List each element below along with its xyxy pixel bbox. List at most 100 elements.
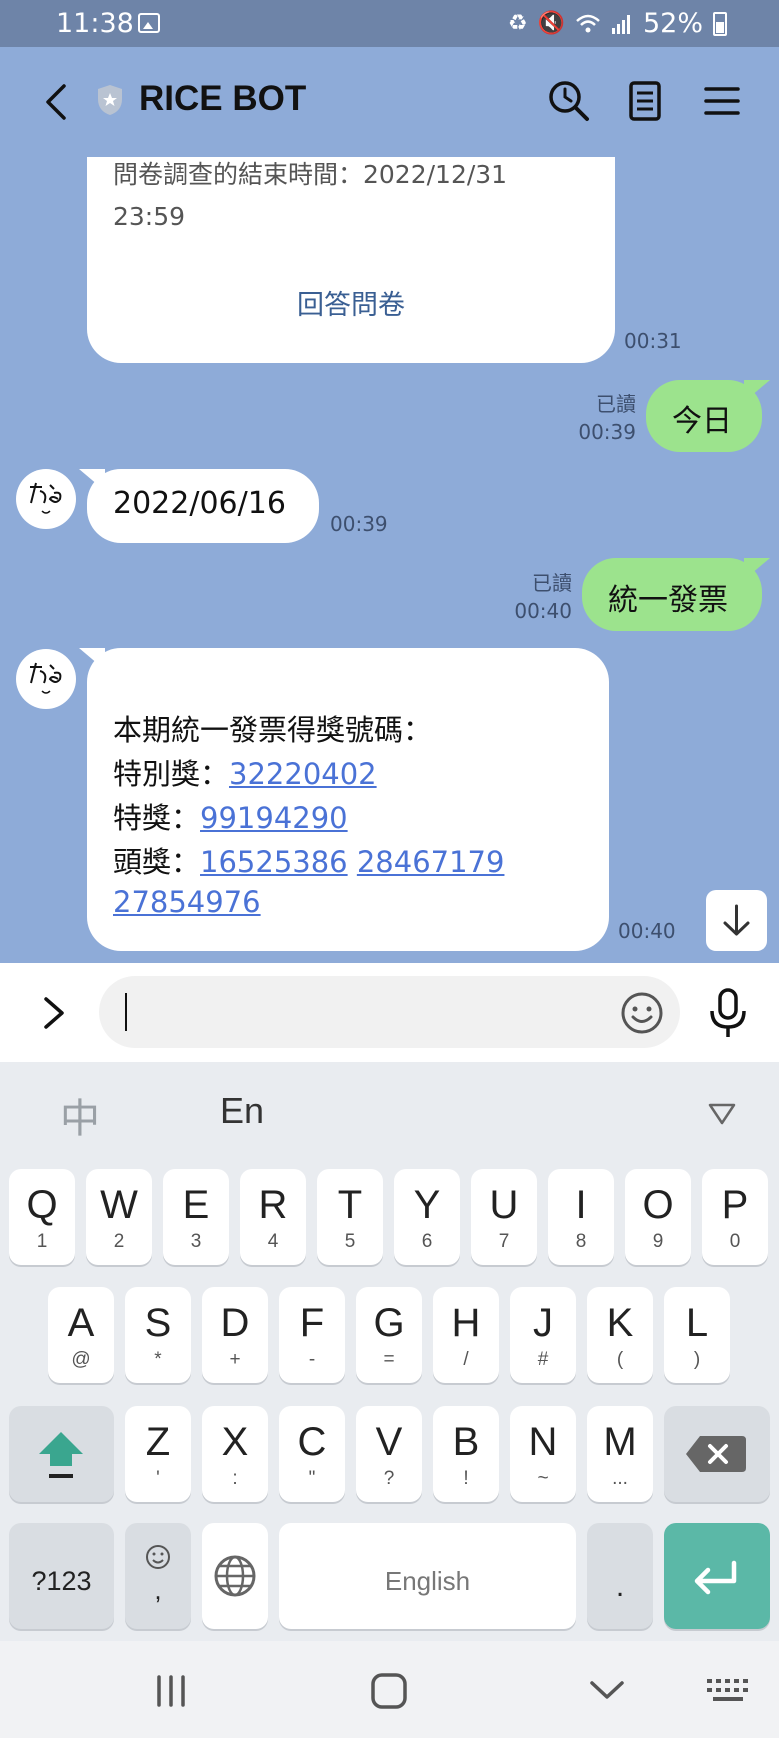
- first-prize-number-link[interactable]: 27854976: [113, 885, 261, 919]
- language-key[interactable]: [202, 1523, 268, 1629]
- scroll-to-bottom-button[interactable]: [706, 890, 767, 951]
- emoji-icon[interactable]: [620, 991, 664, 1035]
- message-text: 統一發票: [608, 583, 728, 618]
- key-z[interactable]: Z ': [125, 1406, 191, 1502]
- key-t[interactable]: T5: [317, 1169, 383, 1265]
- recent-apps-icon[interactable]: [146, 1671, 196, 1711]
- notes-icon[interactable]: [623, 79, 667, 123]
- special-prize-number-link[interactable]: 32220402: [229, 757, 377, 791]
- symbols-key[interactable]: ?123: [9, 1523, 114, 1629]
- prize-heading: 本期統一發票得獎號碼：: [113, 713, 433, 747]
- key-p[interactable]: P0: [702, 1169, 768, 1265]
- message-status: 已讀 00:39: [560, 390, 636, 446]
- keyboard-icon[interactable]: [703, 1671, 753, 1711]
- chevron-right-icon[interactable]: [40, 993, 68, 1033]
- first-prize-number-link[interactable]: 16525386: [200, 845, 348, 879]
- key-x[interactable]: X:: [202, 1406, 268, 1502]
- key-secondary-char: (: [616, 1349, 624, 1370]
- battery-percent: 52%: [642, 8, 703, 39]
- key-letter: Z: [145, 1420, 171, 1464]
- key-n[interactable]: N ~: [510, 1406, 576, 1502]
- back-arrow-icon[interactable]: [40, 82, 72, 122]
- backspace-key[interactable]: [664, 1406, 770, 1502]
- key-e[interactable]: E3: [163, 1169, 229, 1265]
- home-icon[interactable]: [364, 1671, 414, 1711]
- survey-end-time-label: 問卷調查的結束時間：2022/12/31: [113, 160, 508, 189]
- key-y[interactable]: Y6: [394, 1169, 460, 1265]
- key-secondary-char: 7: [498, 1231, 510, 1252]
- small-emoji-icon: [146, 1545, 170, 1569]
- message-time: 00:39: [578, 420, 636, 444]
- bubble-tail: [744, 558, 770, 580]
- key-secondary-char: 5: [344, 1231, 356, 1252]
- microphone-icon[interactable]: [706, 987, 750, 1039]
- enter-key[interactable]: [664, 1523, 770, 1629]
- chat-title: RICE BOT: [139, 79, 307, 118]
- key-g[interactable]: G =: [356, 1287, 422, 1383]
- key-v[interactable]: V?: [356, 1406, 422, 1502]
- key-u[interactable]: U7: [471, 1169, 537, 1265]
- key-r[interactable]: R4: [240, 1169, 306, 1265]
- key-letter: I: [575, 1183, 587, 1227]
- key-a[interactable]: A @: [48, 1287, 114, 1383]
- answer-survey-link[interactable]: 回答問卷: [87, 283, 615, 322]
- symbols-key-label: ?123: [31, 1566, 92, 1596]
- bot-avatar[interactable]: [16, 469, 76, 529]
- status-bar: 11:38 ♻ 🔇 52%: [0, 0, 779, 47]
- key-secondary-char: :: [232, 1468, 238, 1489]
- survey-card: 問卷調查的結束時間：2022/12/31 23:59 回答問卷: [87, 157, 615, 363]
- chinese-language-button[interactable]: 中: [60, 1086, 100, 1144]
- english-language-button[interactable]: En: [220, 1090, 264, 1132]
- key-f[interactable]: F-: [279, 1287, 345, 1383]
- key-letter: J: [533, 1301, 553, 1345]
- triangle-down-icon[interactable]: [707, 1102, 737, 1126]
- message-time: 00:40: [514, 599, 572, 623]
- key-letter: P: [721, 1183, 749, 1227]
- key-secondary-char: 4: [267, 1231, 279, 1252]
- key-o[interactable]: O9: [625, 1169, 691, 1265]
- key-secondary-char: ': [156, 1468, 160, 1489]
- signal-icon: [611, 14, 630, 34]
- received-message[interactable]: 2022/06/16: [79, 469, 319, 543]
- chat-area[interactable]: 問卷調查的結束時間：2022/12/31 23:59 回答問卷 00:31 已讀…: [0, 157, 779, 963]
- key-j[interactable]: J #: [510, 1287, 576, 1383]
- key-h[interactable]: H /: [433, 1287, 499, 1383]
- key-secondary-char: 1: [36, 1231, 48, 1252]
- chat-header: RICE BOT: [0, 47, 779, 157]
- grand-prize-label: 特獎：: [113, 801, 201, 835]
- chevron-down-icon[interactable]: [582, 1671, 632, 1711]
- key-l[interactable]: L): [664, 1287, 730, 1383]
- received-message[interactable]: 本期統一發票得獎號碼： 特別獎：32220402 特獎：99194290 頭獎：…: [79, 648, 609, 951]
- key-letter: S: [144, 1301, 172, 1345]
- search-icon[interactable]: [547, 79, 591, 123]
- key-letter: H: [451, 1301, 481, 1345]
- key-k[interactable]: K(: [587, 1287, 653, 1383]
- key-m[interactable]: M...: [587, 1406, 653, 1502]
- space-key[interactable]: English: [279, 1523, 576, 1629]
- grand-prize-number-link[interactable]: 99194290: [200, 801, 348, 835]
- bubble-tail: [79, 648, 105, 670]
- key-letter: E: [182, 1183, 210, 1227]
- shield-icon: [98, 85, 122, 115]
- bot-avatar[interactable]: [16, 649, 76, 709]
- key-w[interactable]: W2: [86, 1169, 152, 1265]
- key-letter: Q: [26, 1183, 58, 1227]
- period-key[interactable]: .: [587, 1523, 653, 1629]
- key-i[interactable]: I8: [548, 1169, 614, 1265]
- key-s[interactable]: S *: [125, 1287, 191, 1383]
- key-c[interactable]: C ": [279, 1406, 345, 1502]
- key-secondary-char: /: [463, 1349, 469, 1370]
- emoji-comma-key[interactable]: ,: [125, 1523, 191, 1629]
- message-input-bar: [0, 963, 779, 1062]
- shift-key[interactable]: [9, 1406, 114, 1502]
- menu-icon[interactable]: [700, 79, 744, 123]
- key-q[interactable]: Q1: [9, 1169, 75, 1265]
- key-d[interactable]: D +: [202, 1287, 268, 1383]
- key-secondary-char: 9: [652, 1231, 664, 1252]
- first-prize-number-link[interactable]: 28467179: [357, 845, 505, 879]
- sent-message[interactable]: 今日: [646, 380, 770, 452]
- key-b[interactable]: B!: [433, 1406, 499, 1502]
- message-input[interactable]: [99, 976, 680, 1048]
- sent-message[interactable]: 統一發票: [582, 558, 770, 631]
- recycle-icon: ♻: [507, 11, 528, 36]
